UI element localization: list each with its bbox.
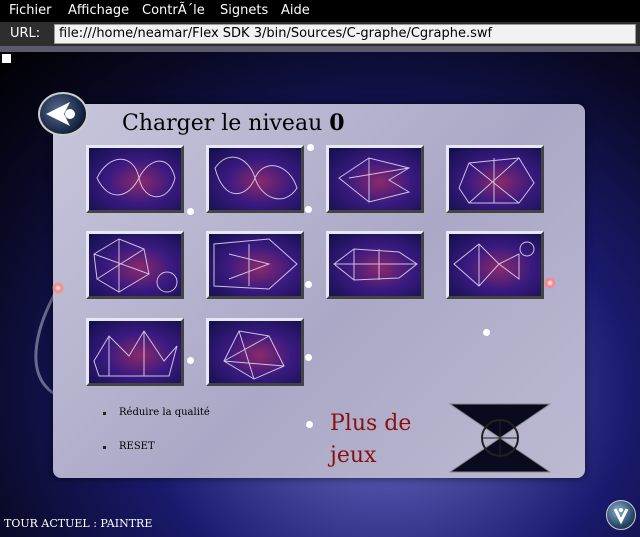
- graph-node: [306, 421, 313, 428]
- level-thumb-10[interactable]: [206, 318, 304, 386]
- menu-bar: Fichier Affichage ContrÃ´le Signets Aide: [0, 0, 640, 22]
- graph-node: [187, 357, 194, 364]
- reset-option[interactable]: RESET: [119, 441, 155, 452]
- glow-node: [544, 277, 556, 289]
- level-thumb-6[interactable]: [206, 231, 304, 299]
- url-label: URL:: [10, 26, 41, 41]
- graph-node: [483, 329, 490, 336]
- level-thumb-7[interactable]: [326, 231, 424, 299]
- more-games-link[interactable]: Plus de jeux: [330, 408, 420, 472]
- menu-aide[interactable]: Aide: [281, 3, 310, 18]
- flash-area: Charger le niveau 0 Réduire la qualité R…: [0, 52, 640, 537]
- level-number: 0: [329, 110, 345, 136]
- bullet: [103, 446, 106, 449]
- graph-node: [305, 281, 312, 288]
- menu-controle[interactable]: ContrÃ´le: [142, 3, 205, 18]
- level-thumb-5[interactable]: [86, 231, 184, 299]
- level-thumb-4[interactable]: [446, 145, 544, 213]
- glow-node: [52, 282, 64, 294]
- graph-node: [187, 208, 194, 215]
- level-thumb-1[interactable]: [86, 145, 184, 213]
- page-title: Charger le niveau 0: [122, 110, 345, 136]
- graph-node: [307, 144, 314, 151]
- level-thumb-9[interactable]: [86, 318, 184, 386]
- level-thumb-3[interactable]: [326, 145, 424, 213]
- menu-affichage[interactable]: Affichage: [68, 3, 129, 18]
- menu-fichier[interactable]: Fichier: [9, 3, 52, 18]
- title-text: Charger le niveau: [122, 111, 323, 136]
- level-thumb-2[interactable]: [206, 145, 304, 213]
- back-arrow-icon[interactable]: [38, 92, 88, 136]
- graph-node: [305, 354, 312, 361]
- graph-node: [305, 206, 312, 213]
- level-thumb-8[interactable]: [446, 231, 544, 299]
- url-bar: URL: file:///home/neamar/Flex SDK 3/bin/…: [0, 22, 640, 46]
- logo-icon[interactable]: [606, 500, 636, 530]
- url-field[interactable]: file:///home/neamar/Flex SDK 3/bin/Sourc…: [54, 24, 636, 44]
- bullet: [103, 412, 106, 415]
- menu-signets[interactable]: Signets: [220, 3, 268, 18]
- reduce-quality-option[interactable]: Réduire la qualité: [119, 407, 210, 418]
- hourglass-icon[interactable]: [448, 402, 552, 474]
- status-text: TOUR ACTUEL : PAINTRE: [4, 517, 153, 530]
